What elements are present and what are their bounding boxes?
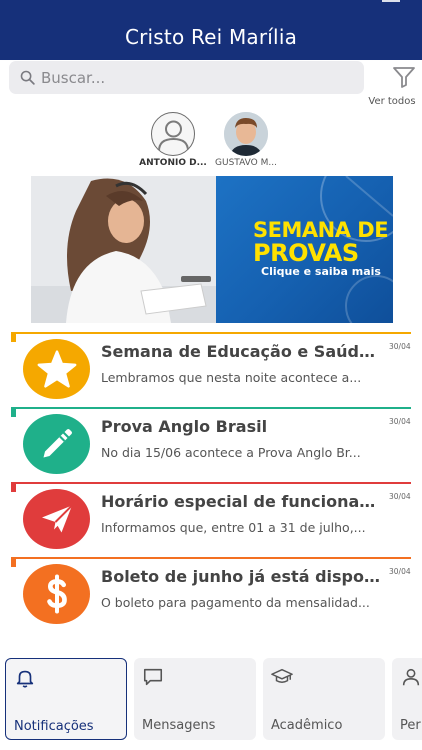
- tab-perfil[interactable]: Per: [392, 658, 422, 740]
- chat-icon: [143, 668, 163, 686]
- tab-notificacoes[interactable]: Notificações: [5, 658, 127, 740]
- see-all-link[interactable]: Ver todos: [364, 96, 420, 107]
- notification-title: Prova Anglo Brasil: [101, 417, 268, 436]
- search-bar[interactable]: [9, 61, 364, 94]
- paper-plane-icon: [41, 504, 73, 533]
- tab-label: Per: [400, 718, 421, 733]
- avatar: [151, 112, 195, 156]
- notification-icon-circle: [23, 489, 90, 549]
- notification-icon-circle: [23, 414, 90, 474]
- banner-cta: Clique e saiba mais: [261, 265, 381, 278]
- notification-body: Informamos que, entre 01 a 31 de julho,.…: [101, 520, 366, 535]
- person-icon: [157, 120, 189, 152]
- notification-item[interactable]: Prova Anglo Brasil No dia 15/06 acontece…: [11, 407, 411, 482]
- tab-label: Acadêmico: [271, 718, 343, 733]
- contact-name: GUSTAVO M...: [215, 158, 277, 168]
- notification-body: Lembramos que nesta noite acontece a...: [101, 370, 362, 385]
- item-marker: [11, 407, 16, 417]
- notification-date: 30/04: [389, 492, 411, 501]
- avatar-photo: [224, 112, 268, 156]
- notification-icon-circle: [23, 564, 90, 624]
- notification-title: Boleto de junho já está disponí...: [101, 567, 381, 586]
- page-title: Cristo Rei Marília: [124, 25, 298, 49]
- banner-headline-strong: PROVAS: [253, 239, 359, 267]
- app-header: Cristo Rei Marília: [0, 0, 422, 60]
- pencil-icon: [43, 429, 72, 458]
- avatar: [224, 112, 268, 156]
- dollar-icon: [46, 574, 67, 614]
- notification-body: O boleto para pagamento da mensalidad...: [101, 595, 370, 610]
- search-icon: [20, 70, 35, 85]
- bottom-tab-bar: Notificações Mensagens Acadêmico Per: [0, 656, 422, 750]
- tab-label: Notificações: [14, 719, 94, 734]
- banner-image: [31, 176, 231, 323]
- item-marker: [11, 332, 16, 342]
- item-top-line: [11, 482, 411, 484]
- notification-date: 30/04: [389, 417, 411, 426]
- notification-date: 30/04: [389, 567, 411, 576]
- person-icon: [402, 668, 420, 686]
- item-top-line: [11, 407, 411, 409]
- contacts-row: ANTÔNIO D... GUSTAVO M...: [0, 110, 422, 170]
- item-top-line: [11, 557, 411, 559]
- notification-item[interactable]: Horário especial de funcionam... Informa…: [11, 482, 411, 557]
- notification-title: Semana de Educação e Saúde...: [101, 342, 381, 361]
- tab-academico[interactable]: Acadêmico: [263, 658, 385, 740]
- tab-label: Mensagens: [142, 718, 216, 733]
- item-marker: [11, 482, 16, 492]
- item-top-line: [11, 332, 411, 334]
- item-marker: [11, 557, 16, 567]
- notification-date: 30/04: [389, 342, 411, 351]
- notification-body: No dia 15/06 acontece a Prova Anglo Br..…: [101, 445, 361, 460]
- promo-banner[interactable]: SEMANA DE PROVAS Clique e saiba mais: [31, 176, 393, 323]
- search-input[interactable]: [41, 65, 351, 90]
- notification-item[interactable]: Boleto de junho já está disponí... O bol…: [11, 557, 411, 632]
- filter-icon[interactable]: [392, 66, 416, 88]
- status-bar-indicator: [382, 0, 400, 2]
- notification-title: Horário especial de funcionam...: [101, 492, 381, 511]
- bell-icon: [16, 670, 34, 688]
- star-icon: [37, 350, 76, 388]
- notification-item[interactable]: Semana de Educação e Saúde... Lembramos …: [11, 332, 411, 407]
- graduation-cap-icon: [271, 668, 293, 684]
- tab-mensagens[interactable]: Mensagens: [134, 658, 256, 740]
- notification-icon-circle: [23, 339, 90, 399]
- contact-item[interactable]: GUSTAVO M...: [201, 110, 291, 168]
